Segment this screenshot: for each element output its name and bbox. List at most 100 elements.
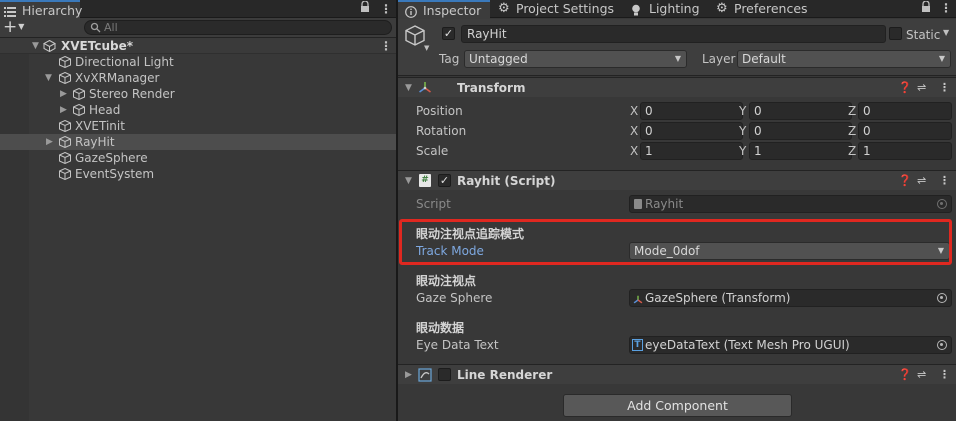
track-mode-header: 眼动注视点追踪模式 xyxy=(416,227,525,241)
track-mode-dropdown[interactable]: Mode_0dof ▼ xyxy=(629,242,950,260)
axis-y-label[interactable]: Y xyxy=(739,123,746,139)
tab-preferences-label: Preferences xyxy=(734,1,808,16)
chevron-down-icon: ▼ xyxy=(674,54,681,63)
hierarchy-item-eventsystem[interactable]: EventSystem xyxy=(0,166,396,182)
collapsed-arrow-icon[interactable]: ▶ xyxy=(405,366,412,384)
position-y-field[interactable]: 0 xyxy=(749,102,852,120)
scale-y-field[interactable]: 1 xyxy=(749,142,852,160)
chevron-down-icon[interactable]: ▼ xyxy=(424,44,429,52)
search-icon xyxy=(90,22,101,36)
axis-x-label[interactable]: X xyxy=(630,103,638,119)
help-icon[interactable]: ❓ xyxy=(898,172,912,190)
eye-data-text-field[interactable]: T eyeDataText (Text Mesh Pro UGUI) xyxy=(629,336,952,354)
gaze-sphere-field[interactable]: GazeSphere (Transform) xyxy=(629,289,952,307)
expand-arrow-icon[interactable]: ▼ xyxy=(405,79,412,97)
active-toggle[interactable]: ✓ xyxy=(442,27,455,40)
collapsed-arrow-icon[interactable]: ▶ xyxy=(60,102,67,118)
script-asset-icon xyxy=(634,199,642,209)
axis-x-label[interactable]: X xyxy=(630,123,638,139)
scale-z-field[interactable]: 1 xyxy=(858,142,952,160)
axis-z-label[interactable]: Z xyxy=(848,123,856,139)
more-menu-icon[interactable]: ⋮ xyxy=(380,1,392,17)
hierarchy-item-gazesphere[interactable]: GazeSphere xyxy=(0,150,396,166)
add-component-button[interactable]: Add Component xyxy=(563,394,792,417)
scene-root-item[interactable]: ▼ XVETcube* ⋮ xyxy=(0,38,396,54)
rayhit-script-header[interactable]: ▼ # ✓ Rayhit (Script) ❓ ⇌ ⋮ xyxy=(398,170,956,190)
add-object-button[interactable]: +▼ xyxy=(3,18,24,39)
gameobject-icon xyxy=(59,55,71,69)
track-mode-label: Track Mode xyxy=(416,244,484,258)
hierarchy-item-head[interactable]: ▶ Head xyxy=(0,102,396,118)
position-z-field[interactable]: 0 xyxy=(858,102,952,120)
scene-menu-icon[interactable]: ⋮ xyxy=(380,38,392,54)
axis-y-label[interactable]: Y xyxy=(739,143,746,159)
gameobject-icon xyxy=(59,119,71,133)
preset-icon[interactable]: ⇌ xyxy=(917,366,926,384)
hierarchy-item-label: GazeSphere xyxy=(75,151,148,165)
more-menu-icon[interactable]: ⋮ xyxy=(940,0,952,17)
inspector-panel: Inspector ⚙ Project Settings Lighting ⚙ … xyxy=(398,0,956,421)
lock-icon[interactable] xyxy=(360,0,370,16)
transform-header[interactable]: ▼ Transform ❓ ⇌ ⋮ xyxy=(398,77,956,97)
axis-x-label[interactable]: X xyxy=(630,143,638,159)
position-x-field[interactable]: 0 xyxy=(640,102,743,120)
line-renderer-header[interactable]: ▶ Line Renderer ❓ ⇌ ⋮ xyxy=(398,364,956,384)
axis-z-label[interactable]: Z xyxy=(848,143,856,159)
tab-inspector[interactable]: Inspector xyxy=(398,0,490,19)
static-label: Static xyxy=(906,28,941,42)
expand-arrow-icon[interactable]: ▼ xyxy=(45,70,52,86)
help-icon[interactable]: ❓ xyxy=(898,79,912,97)
component-enabled-toggle[interactable] xyxy=(438,368,451,381)
search-input[interactable]: All xyxy=(84,20,392,35)
eye-data-header: 眼动数据 xyxy=(416,321,465,335)
expand-arrow-icon[interactable]: ▼ xyxy=(32,38,39,54)
chevron-down-icon: ▼ xyxy=(937,246,944,255)
rotation-y-field[interactable]: 0 xyxy=(749,122,852,140)
collapsed-arrow-icon[interactable]: ▶ xyxy=(60,86,67,102)
gameobject-icon xyxy=(404,25,426,50)
axis-z-label[interactable]: Z xyxy=(848,103,856,119)
tab-project-settings[interactable]: ⚙ Project Settings xyxy=(498,0,614,18)
hierarchy-item-rayhit[interactable]: ▶ RayHit xyxy=(0,134,396,150)
object-picker-icon[interactable] xyxy=(937,340,947,350)
tag-dropdown[interactable]: Untagged ▼ xyxy=(464,50,687,68)
tab-hierarchy-label: Hierarchy xyxy=(22,3,83,18)
axis-y-label[interactable]: Y xyxy=(739,103,746,119)
hierarchy-item-stereo-render[interactable]: ▶ Stereo Render xyxy=(0,86,396,102)
more-menu-icon[interactable]: ⋮ xyxy=(939,79,950,97)
hierarchy-item-xvetinit[interactable]: XVETinit xyxy=(0,118,396,134)
hierarchy-item-directional-light[interactable]: Directional Light xyxy=(0,54,396,70)
object-picker-icon xyxy=(937,199,947,209)
script-label: Script xyxy=(416,197,451,211)
tab-preferences[interactable]: ⚙ Preferences xyxy=(716,0,808,18)
scale-x-field[interactable]: 1 xyxy=(640,142,743,160)
layer-dropdown[interactable]: Default ▼ xyxy=(737,50,951,68)
hierarchy-item-xvxrmanager[interactable]: ▼ XvXRManager xyxy=(0,70,396,86)
preset-icon[interactable]: ⇌ xyxy=(917,79,926,97)
expand-arrow-icon[interactable]: ▼ xyxy=(405,172,412,190)
tab-lighting-label: Lighting xyxy=(649,1,700,16)
more-menu-icon[interactable]: ⋮ xyxy=(939,172,950,190)
scale-label: Scale xyxy=(416,144,449,158)
more-menu-icon[interactable]: ⋮ xyxy=(939,366,950,384)
lightbulb-icon xyxy=(631,3,644,16)
static-toggle[interactable] xyxy=(889,27,902,40)
help-icon[interactable]: ❓ xyxy=(898,366,912,384)
transform-body: Position X 0 Y 0 Z 0 Rotation X 0 Y 0 Z … xyxy=(398,98,956,164)
chevron-down-icon: ▼ xyxy=(938,54,945,63)
gear-icon: ⚙ xyxy=(716,1,728,16)
tab-lighting[interactable]: Lighting xyxy=(631,0,700,18)
rotation-z-field[interactable]: 0 xyxy=(858,122,952,140)
component-enabled-toggle[interactable]: ✓ xyxy=(438,174,451,187)
plus-icon: + xyxy=(3,17,18,37)
script-reference-value: Rayhit xyxy=(645,197,684,211)
gameobject-icon xyxy=(59,167,71,181)
object-name-field[interactable]: RayHit xyxy=(461,25,886,43)
collapsed-arrow-icon[interactable]: ▶ xyxy=(46,134,53,150)
rotation-x-field[interactable]: 0 xyxy=(640,122,743,140)
chevron-down-icon[interactable]: ▼ xyxy=(943,28,949,37)
object-picker-icon[interactable] xyxy=(937,293,947,303)
tag-value: Untagged xyxy=(469,52,528,66)
preset-icon[interactable]: ⇌ xyxy=(917,172,926,190)
lock-icon[interactable] xyxy=(921,0,931,16)
